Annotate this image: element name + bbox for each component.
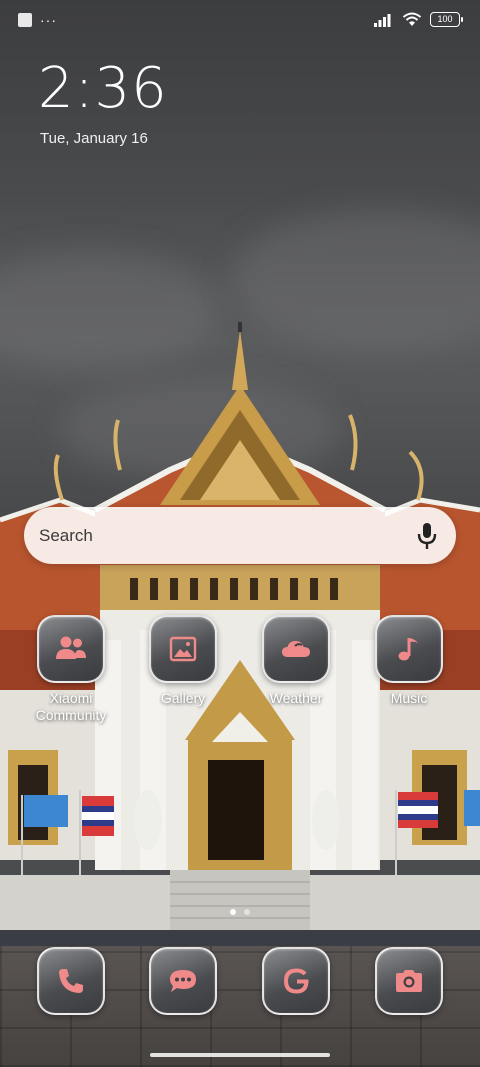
- notification-area: ···: [18, 13, 57, 27]
- clock-time[interactable]: 2:36: [38, 56, 168, 121]
- home-indicator[interactable]: [150, 1053, 330, 1057]
- camera-icon: [396, 970, 422, 992]
- app-tile[interactable]: [149, 947, 217, 1015]
- wifi-icon: [402, 12, 422, 26]
- search-bar[interactable]: Search: [24, 507, 456, 564]
- phone-icon: [59, 969, 83, 993]
- community-icon: [56, 636, 86, 659]
- app-music[interactable]: Music: [354, 615, 464, 707]
- app-xiaomi-community[interactable]: Xiaomi Community: [16, 615, 126, 724]
- app-tile[interactable]: [262, 615, 330, 683]
- dock-messages[interactable]: [128, 947, 238, 1015]
- app-label: Xiaomi Community: [35, 690, 107, 723]
- signal-icon: [374, 13, 391, 27]
- app-tile[interactable]: [37, 947, 105, 1015]
- gallery-icon: [169, 636, 197, 662]
- page-dot: [244, 909, 250, 915]
- dock-phone[interactable]: [16, 947, 126, 1015]
- dock-camera[interactable]: [354, 947, 464, 1015]
- page-dot-active: [230, 909, 236, 915]
- messages-icon: [170, 970, 196, 992]
- app-tile[interactable]: [375, 947, 443, 1015]
- app-tile[interactable]: [37, 615, 105, 683]
- google-icon: [283, 968, 309, 994]
- notification-icon: [18, 13, 32, 27]
- more-notifications-icon: ···: [40, 12, 57, 28]
- app-tile[interactable]: [262, 947, 330, 1015]
- page-indicator: [0, 909, 480, 915]
- app-weather[interactable]: Weather: [241, 615, 351, 707]
- system-icons: 100: [374, 12, 463, 27]
- app-gallery[interactable]: Gallery: [128, 615, 238, 707]
- status-bar: ··· 100: [0, 0, 480, 42]
- clock-date[interactable]: Tue, January 16: [40, 130, 148, 147]
- search-label: Search: [39, 526, 93, 545]
- app-tile[interactable]: [149, 615, 217, 683]
- app-tile[interactable]: [375, 615, 443, 683]
- battery-icon: 100: [430, 12, 463, 27]
- app-label: Gallery: [160, 690, 206, 706]
- weather-icon: [282, 641, 310, 657]
- music-icon: [398, 638, 418, 661]
- mic-icon[interactable]: [416, 522, 438, 550]
- app-label: Weather: [269, 690, 323, 706]
- dock-google[interactable]: [241, 947, 351, 1015]
- app-label: Music: [390, 690, 428, 706]
